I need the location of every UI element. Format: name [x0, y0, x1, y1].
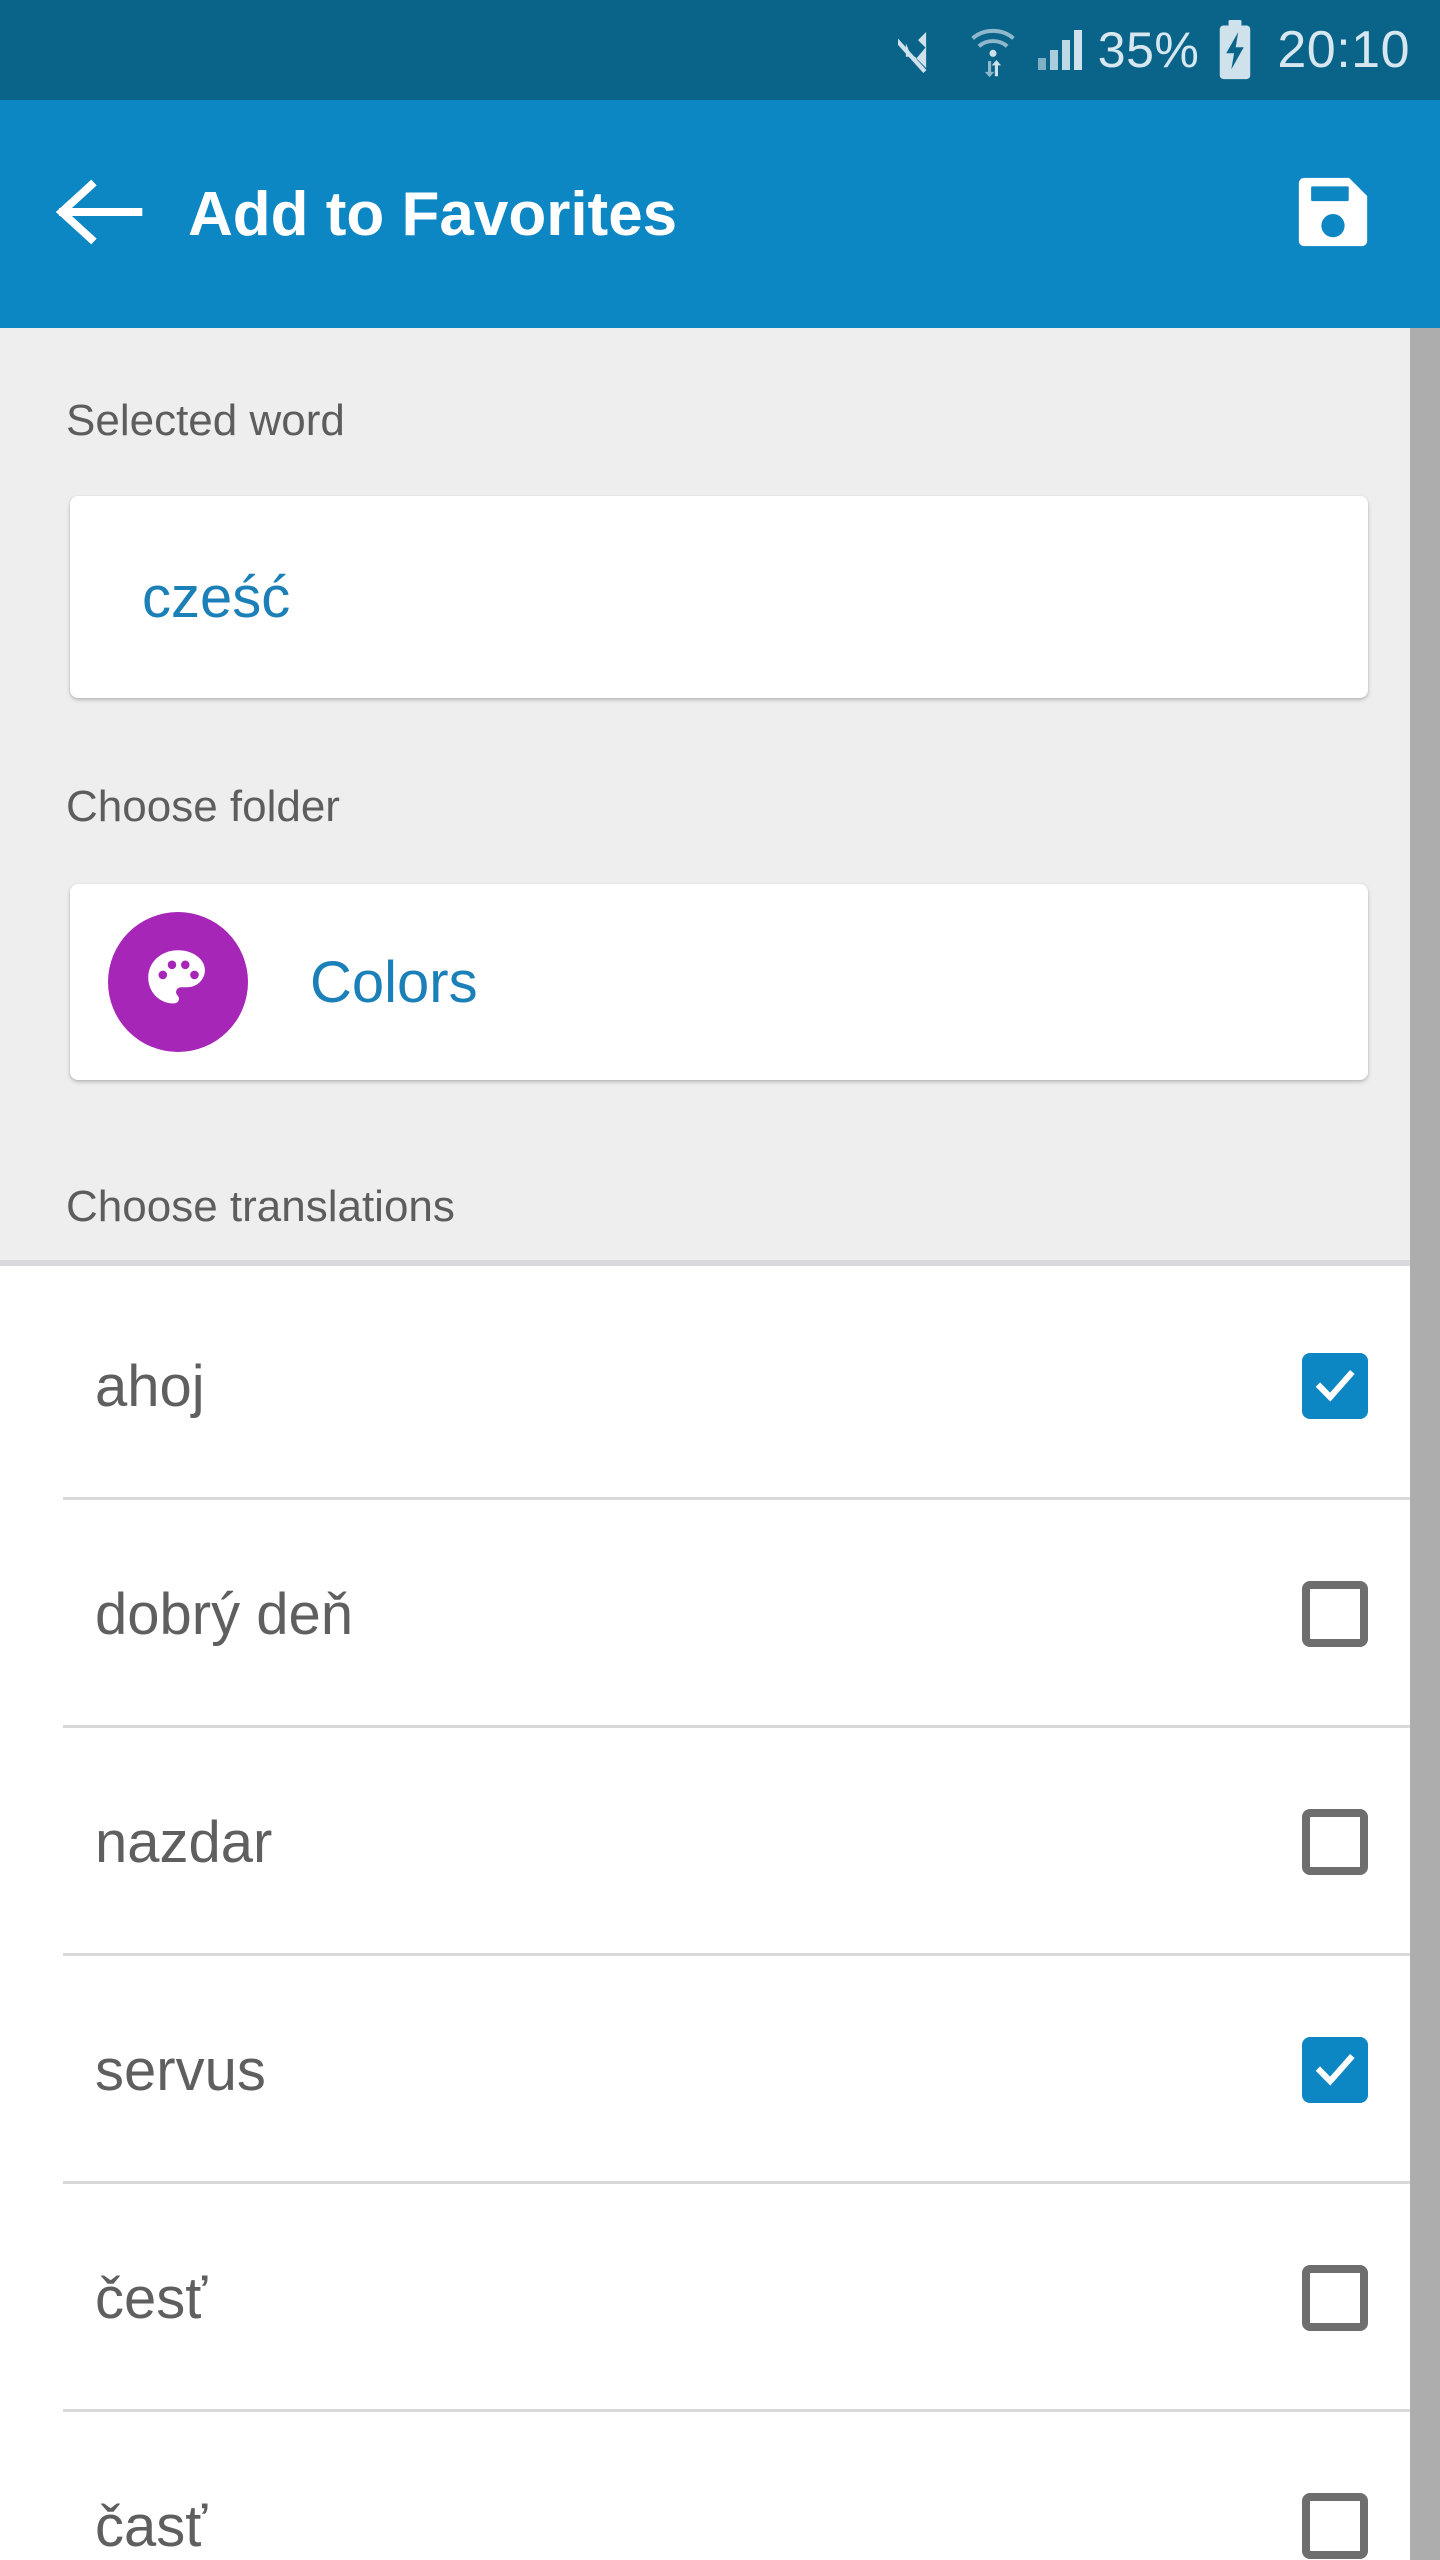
back-button[interactable]	[40, 154, 160, 274]
selected-word-label: Selected word	[66, 396, 345, 445]
selected-word-value: cześć	[142, 564, 291, 630]
checkbox-unchecked[interactable]	[1302, 2265, 1368, 2331]
table-row[interactable]: nazdar	[0, 1728, 1440, 1956]
translation-label: česť	[95, 2265, 208, 2331]
table-row[interactable]: česť	[0, 2184, 1440, 2412]
app-bar: Add to Favorites	[0, 100, 1440, 328]
check-icon	[1315, 2053, 1355, 2086]
mute-icon	[897, 23, 952, 77]
table-row[interactable]: časť	[0, 2412, 1440, 2560]
translation-label: ahoj	[95, 1353, 205, 1419]
clock-label: 20:10	[1277, 21, 1410, 79]
selected-word-card[interactable]: cześć	[70, 496, 1368, 698]
vertical-scrollbar[interactable]	[1410, 328, 1440, 2560]
palette-icon	[140, 942, 216, 1023]
translation-label: servus	[95, 2037, 266, 2103]
save-floppy-icon	[1292, 171, 1374, 258]
back-arrow-icon	[54, 176, 146, 253]
check-icon	[1315, 1369, 1355, 1402]
checkbox-unchecked[interactable]	[1302, 2493, 1368, 2559]
battery-percent-label: 35%	[1097, 22, 1200, 78]
table-row[interactable]: servus	[0, 1956, 1440, 2184]
table-row[interactable]: ahoj	[0, 1272, 1440, 1500]
choose-translations-label: Choose translations	[66, 1182, 455, 1231]
page-title: Add to Favorites	[188, 179, 678, 249]
folder-name-value: Colors	[310, 949, 478, 1015]
checkbox-unchecked[interactable]	[1302, 1809, 1368, 1875]
app-screen: 35% 20:10 Add to Favorites Selected word…	[0, 0, 1440, 2560]
status-bar: 35% 20:10	[0, 0, 1440, 100]
choose-folder-card[interactable]: Colors	[70, 884, 1368, 1080]
wifi-icon	[968, 22, 1018, 78]
save-button[interactable]	[1278, 159, 1388, 269]
table-row[interactable]: dobrý deň	[0, 1500, 1440, 1728]
signal-icon	[1034, 26, 1082, 74]
checkbox-checked[interactable]	[1302, 2037, 1368, 2103]
choose-folder-label: Choose folder	[66, 782, 340, 831]
checkbox-checked[interactable]	[1302, 1353, 1368, 1419]
translation-label: časť	[95, 2493, 208, 2559]
battery-charging-icon	[1215, 20, 1255, 80]
translation-label: dobrý deň	[95, 1581, 353, 1647]
translations-list[interactable]: ahoj dobrý deň nazdar servus česť časť	[0, 1272, 1440, 2560]
checkbox-unchecked[interactable]	[1302, 1581, 1368, 1647]
translation-label: nazdar	[95, 1809, 273, 1875]
folder-avatar	[108, 912, 248, 1052]
